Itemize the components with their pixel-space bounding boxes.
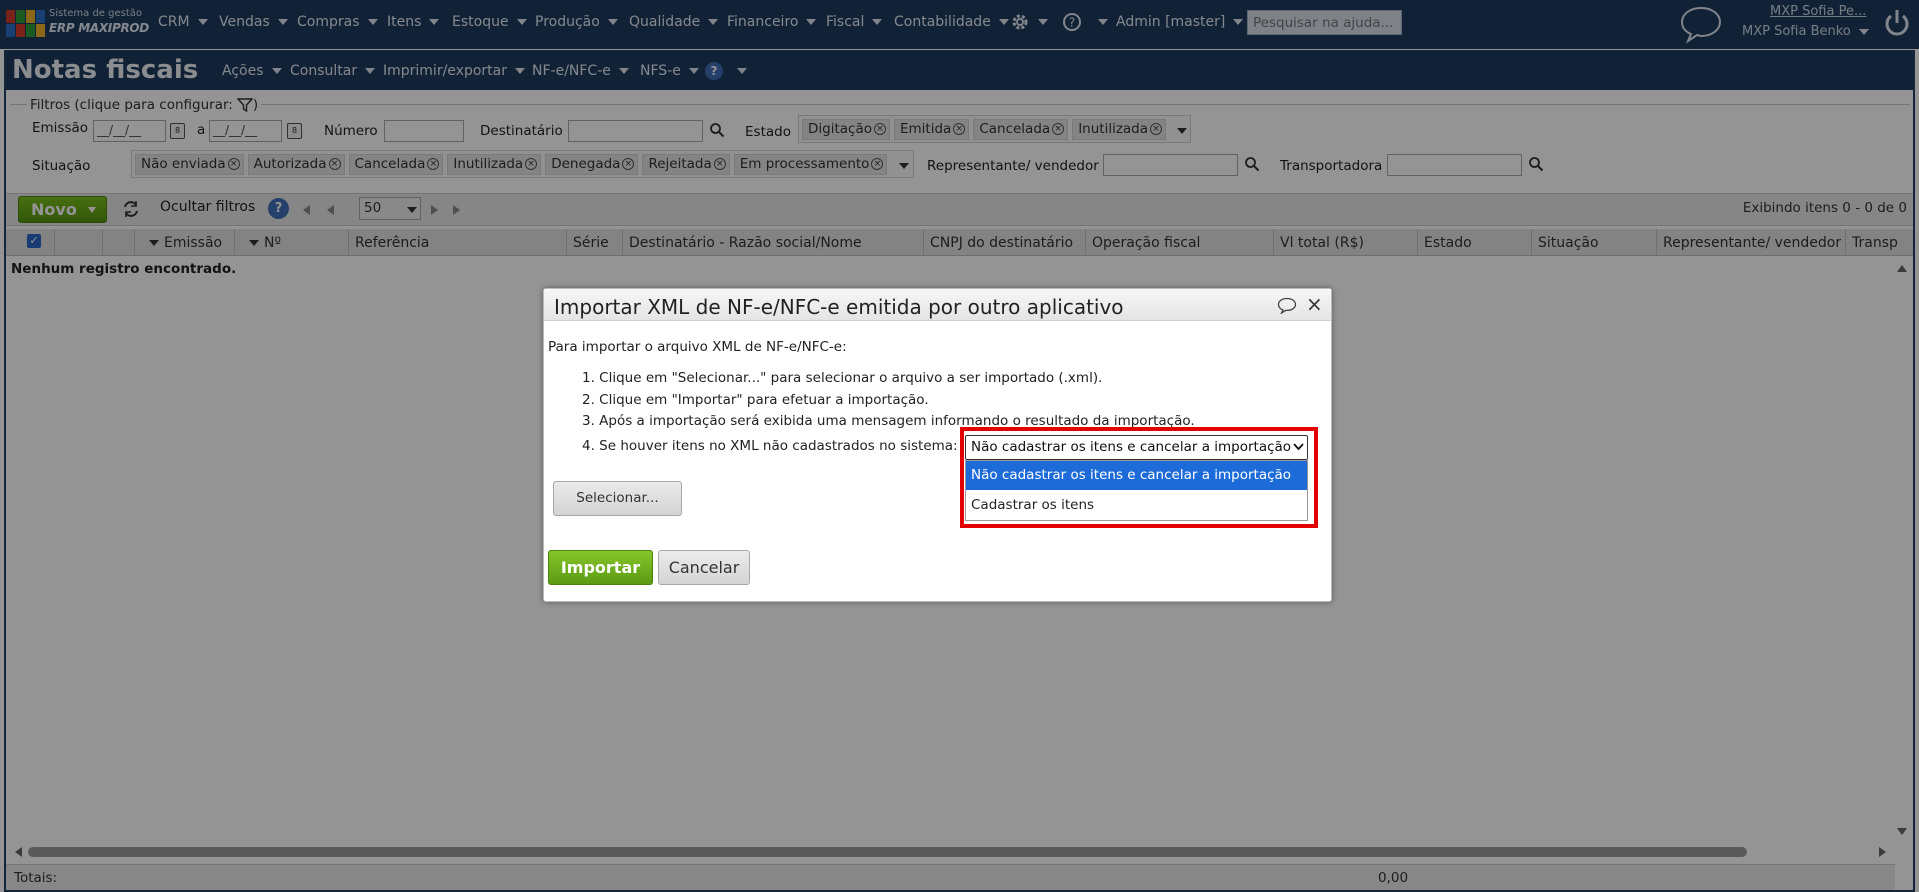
instruction-step: 1. Clique em "Selecionar..." para seleci… — [582, 370, 1103, 386]
close-icon[interactable]: × — [1306, 292, 1323, 316]
select-option-register-items[interactable]: Cadastrar os itens — [966, 491, 1307, 520]
dialog-intro: Para importar o arquivo XML de NF-e/NFC-… — [548, 339, 847, 355]
chevron-down-icon — [1293, 443, 1304, 451]
instruction-step: 3. Após a importação será exibida uma me… — [582, 413, 1195, 429]
dialog-header[interactable]: Importar XML de NF-e/NFC-e emitida por o… — [544, 289, 1331, 321]
erp-page: Sistema de gestão ERP MAXIPROD CRM Venda… — [0, 0, 1919, 892]
dialog-title: Importar XML de NF-e/NFC-e emitida por o… — [554, 295, 1124, 319]
select-file-button[interactable]: Selecionar... — [553, 481, 682, 516]
select-options-list: Não cadastrar os itens e cancelar a impo… — [965, 460, 1308, 521]
instruction-step: 4. Se houver itens no XML não cadastrado… — [582, 438, 958, 454]
unregistered-items-select[interactable]: Não cadastrar os itens e cancelar a impo… — [965, 435, 1308, 460]
import-xml-dialog: Importar XML de NF-e/NFC-e emitida por o… — [543, 288, 1332, 602]
import-button[interactable]: Importar — [548, 550, 653, 585]
cancel-button[interactable]: Cancelar — [658, 550, 750, 585]
chat-icon[interactable] — [1277, 297, 1297, 314]
select-option-cancel-import[interactable]: Não cadastrar os itens e cancelar a impo… — [966, 461, 1307, 490]
instruction-step: 2. Clique em "Importar" para efetuar a i… — [582, 392, 929, 408]
